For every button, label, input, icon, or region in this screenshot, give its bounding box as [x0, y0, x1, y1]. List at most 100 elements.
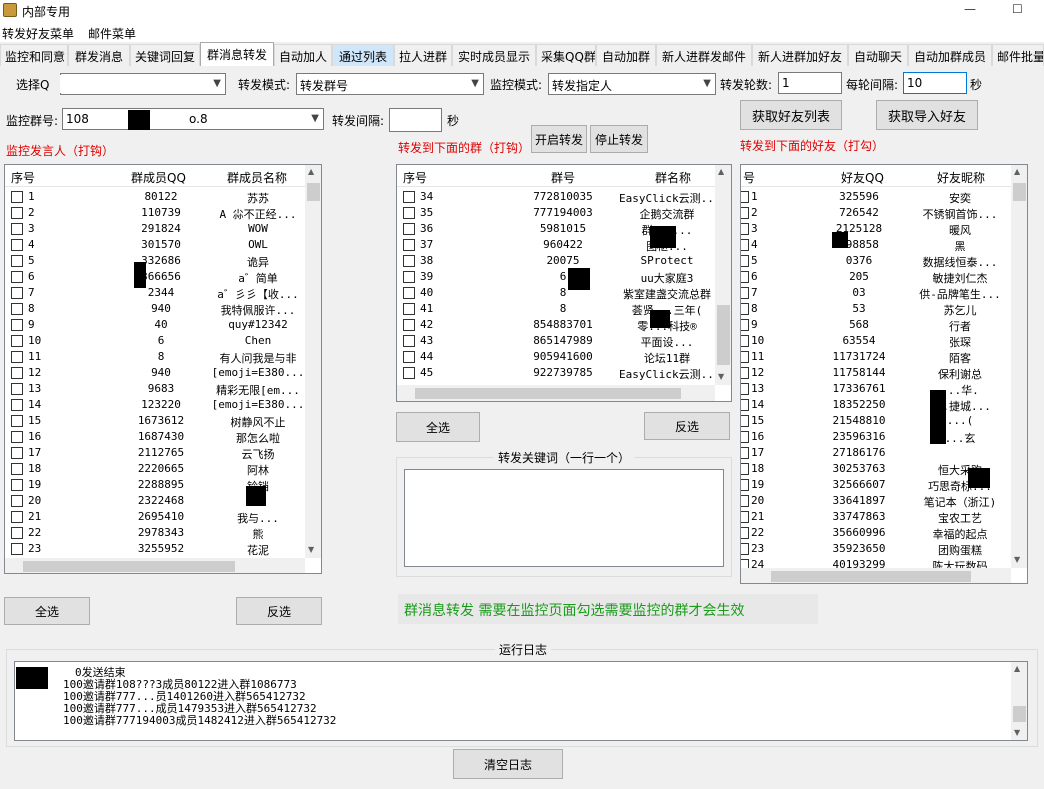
- tab-realtime-members[interactable]: 实时成员显示: [452, 44, 536, 66]
- row-checkbox[interactable]: [403, 287, 415, 299]
- friend-row[interactable]: 17 27186176: [741, 445, 1027, 461]
- member-row[interactable]: 18 2220665 阿林: [5, 461, 305, 477]
- groups-list[interactable]: 序号 群号 群名称 34 772810035 EasyClick云测... 35 777…: [396, 164, 732, 402]
- menu-forward-friends[interactable]: 转发好友菜单: [2, 25, 74, 42]
- member-row[interactable]: 11 8 有人问我是与非: [5, 349, 305, 365]
- row-checkbox[interactable]: [403, 255, 415, 267]
- row-checkbox[interactable]: [11, 447, 23, 459]
- friend-row[interactable]: 23 35923650 团购蛋糕: [741, 541, 1027, 557]
- friend-row[interactable]: 21 33747863 宝农工艺: [741, 509, 1027, 525]
- row-checkbox[interactable]: [741, 543, 749, 555]
- monitor-group-select[interactable]: 108 o.8 ▼: [62, 108, 324, 130]
- member-row[interactable]: 2 110739 A 尛不正经...: [5, 205, 305, 221]
- start-forward-button[interactable]: 开启转发: [531, 125, 587, 153]
- forward-interval-input[interactable]: [389, 108, 442, 132]
- row-checkbox[interactable]: [11, 271, 23, 283]
- log-textarea[interactable]: 0发送结束 100邀请群108???3成员80122进入群1086773 100邀请…: [14, 661, 1028, 741]
- row-checkbox[interactable]: [11, 511, 23, 523]
- friend-row[interactable]: 3 2125128 暖风: [741, 221, 1027, 237]
- row-checkbox[interactable]: [11, 207, 23, 219]
- tab-invite[interactable]: 拉人进群: [394, 44, 452, 66]
- row-checkbox[interactable]: [403, 367, 415, 379]
- friend-row[interactable]: 9 568 行者: [741, 317, 1027, 333]
- row-checkbox[interactable]: [403, 207, 415, 219]
- group-row[interactable]: 34 772810035 EasyClick云测...: [397, 189, 715, 205]
- row-checkbox[interactable]: [741, 207, 749, 219]
- member-row[interactable]: 1 80122 苏苏: [5, 189, 305, 205]
- clear-log-button[interactable]: 清空日志: [453, 749, 563, 779]
- groups-select-all-button[interactable]: 全选: [396, 412, 480, 442]
- row-checkbox[interactable]: [403, 239, 415, 251]
- row-checkbox[interactable]: [741, 431, 749, 443]
- row-checkbox[interactable]: [741, 383, 749, 395]
- friend-row[interactable]: 6 205 敏捷刘仁杰: [741, 269, 1027, 285]
- tab-mail-batch[interactable]: 邮件批量: [992, 44, 1044, 66]
- stop-forward-button[interactable]: 停止转发: [590, 125, 648, 153]
- row-checkbox[interactable]: [403, 223, 415, 235]
- row-checkbox[interactable]: [11, 527, 23, 539]
- monitor-mode-select[interactable]: 转发指定人 ▼: [548, 73, 716, 95]
- friend-row[interactable]: 16 23596316 ...玄: [741, 429, 1027, 445]
- row-checkbox[interactable]: [11, 239, 23, 251]
- row-checkbox[interactable]: [741, 527, 749, 539]
- friend-row[interactable]: 7 03 供-品牌笔生...: [741, 285, 1027, 301]
- minimize-button[interactable]: —: [964, 2, 976, 16]
- member-row[interactable]: 9 40 quy#12342: [5, 317, 305, 333]
- get-import-friends-button[interactable]: 获取导入好友: [876, 100, 978, 130]
- friend-row[interactable]: 5 0376 数据线恒泰...: [741, 253, 1027, 269]
- tab-collect-qq[interactable]: 采集QQ群: [536, 44, 596, 66]
- tab-group-send[interactable]: 群发消息: [68, 44, 130, 66]
- row-checkbox[interactable]: [741, 335, 749, 347]
- members-list[interactable]: 序号 群成员QQ 群成员名称 1 80122 苏苏 2 110739 A 尛不正经... 3…: [4, 164, 322, 574]
- member-row[interactable]: 4 301570 OWL: [5, 237, 305, 253]
- row-checkbox[interactable]: [741, 447, 749, 459]
- friend-row[interactable]: 12 11758144 保利谢总: [741, 365, 1027, 381]
- row-checkbox[interactable]: [741, 511, 749, 523]
- row-checkbox[interactable]: [741, 367, 749, 379]
- row-checkbox[interactable]: [11, 287, 23, 299]
- friend-row[interactable]: 15 21548810 ...(: [741, 413, 1027, 429]
- row-checkbox[interactable]: [403, 191, 415, 203]
- menu-mail[interactable]: 邮件菜单: [88, 25, 136, 42]
- friend-row[interactable]: 1 325596 安奕: [741, 189, 1027, 205]
- row-checkbox[interactable]: [11, 335, 23, 347]
- member-row[interactable]: 13 9683 精彩无限[em...: [5, 381, 305, 397]
- tab-keyword-reply[interactable]: 关键词回复: [130, 44, 200, 66]
- member-row[interactable]: 7 2344 a゛彡彡【收...: [5, 285, 305, 301]
- row-checkbox[interactable]: [741, 271, 749, 283]
- row-checkbox[interactable]: [403, 271, 415, 283]
- groups-vscroll[interactable]: ▲ ▼: [715, 165, 731, 385]
- friend-row[interactable]: 8 53 苏乞儿: [741, 301, 1027, 317]
- friends-vscroll[interactable]: ▲ ▼: [1011, 165, 1027, 568]
- member-row[interactable]: 6 366656 a゛简单: [5, 269, 305, 285]
- rounds-input[interactable]: 1: [778, 72, 842, 94]
- row-checkbox[interactable]: [11, 479, 23, 491]
- row-checkbox[interactable]: [741, 415, 749, 427]
- member-row[interactable]: 16 1687430 那怎么啦: [5, 429, 305, 445]
- member-row[interactable]: 14 123220 [emoji=E380...: [5, 397, 305, 413]
- group-row[interactable]: 35 777194003 企鹅交流群: [397, 205, 697, 221]
- member-row[interactable]: 8 940 我特佩服许...: [5, 301, 305, 317]
- row-checkbox[interactable]: [11, 543, 23, 555]
- members-hscroll[interactable]: [5, 558, 305, 573]
- friend-row[interactable]: 10 63554 张琛: [741, 333, 1027, 349]
- tab-new-member-friend[interactable]: 新人进群加好友: [752, 44, 848, 66]
- row-checkbox[interactable]: [11, 367, 23, 379]
- tab-auto-join[interactable]: 自动加群: [596, 44, 656, 66]
- row-checkbox[interactable]: [741, 319, 749, 331]
- group-row[interactable]: 39 6 uu大家庭3: [397, 269, 697, 285]
- row-checkbox[interactable]: [741, 463, 749, 475]
- row-checkbox[interactable]: [741, 303, 749, 315]
- group-row[interactable]: 44 905941600 论坛11群: [397, 349, 697, 365]
- member-row[interactable]: 10 6 Chen: [5, 333, 305, 349]
- tab-auto-add[interactable]: 自动加人: [274, 44, 332, 66]
- groups-hscroll[interactable]: [397, 385, 715, 401]
- member-row[interactable]: 23 3255952 花泥: [5, 541, 305, 557]
- log-vscroll[interactable]: ▲ ▼: [1011, 662, 1027, 740]
- friend-row[interactable]: 11 11731724 陌客: [741, 349, 1027, 365]
- tab-monitor[interactable]: 监控和同意: [0, 44, 68, 66]
- keywords-textarea[interactable]: [404, 469, 724, 567]
- row-checkbox[interactable]: [741, 239, 749, 251]
- member-row[interactable]: 15 1673612 树静风不止: [5, 413, 305, 429]
- row-checkbox[interactable]: [741, 351, 749, 363]
